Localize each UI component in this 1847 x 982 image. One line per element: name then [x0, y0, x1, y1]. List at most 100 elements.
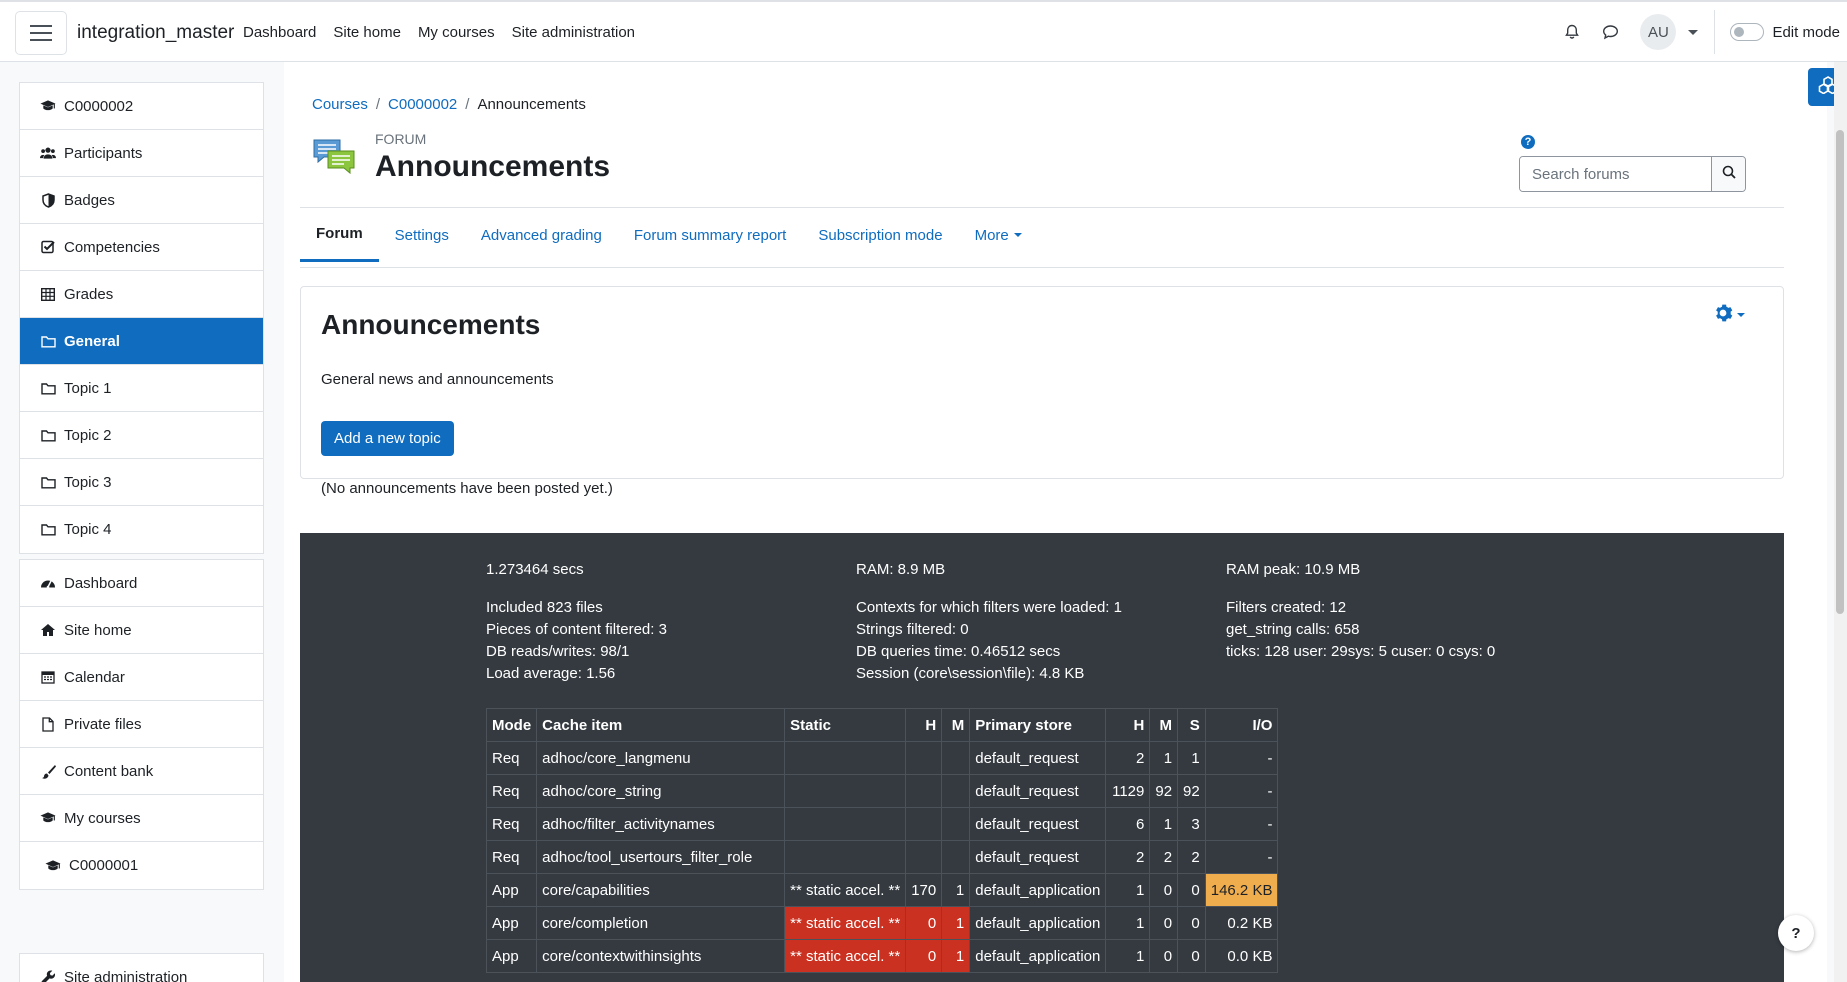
- drawer-item-label: Content bank: [64, 762, 154, 780]
- cell-mode: App: [485, 873, 538, 907]
- file-icon: [40, 716, 56, 732]
- tab-more-label: More: [974, 226, 1009, 244]
- admin-navigation: Site administration: [19, 953, 264, 982]
- site-name[interactable]: integration_master: [77, 22, 234, 44]
- secondary-navigation-tabs: Forum Settings Advanced grading Forum su…: [300, 208, 1038, 262]
- scrollbar-thumb[interactable]: [1836, 130, 1844, 614]
- tab-advanced-grading[interactable]: Advanced grading: [465, 208, 618, 262]
- drawer-item-topic-3[interactable]: Topic 3: [20, 459, 263, 506]
- forum-actions-menu[interactable]: [1713, 303, 1745, 327]
- search-icon: [1722, 165, 1736, 183]
- bell-icon[interactable]: [1562, 22, 1582, 42]
- course-index-drawer: C0000002 Participants Badges Competencie…: [0, 62, 284, 982]
- search-forums-input[interactable]: [1520, 157, 1711, 191]
- perf-ram-peak: RAM peak: 10.9 MB: [1226, 561, 1361, 578]
- page-scrollbar[interactable]: [1834, 62, 1847, 982]
- chevron-down-icon: [1737, 313, 1745, 317]
- drawer-item-label: C0000001: [69, 857, 139, 874]
- cell-s: 2: [1177, 840, 1206, 874]
- cell-io: 0.2 KB: [1204, 906, 1279, 940]
- drawer-item-private-files[interactable]: Private files: [20, 701, 263, 748]
- nav-my-courses-link[interactable]: My courses: [418, 24, 495, 41]
- drawer-item-my-courses[interactable]: My courses: [20, 795, 263, 842]
- cache-table-header-row: Mode Cache item Static H M Primary store…: [485, 708, 1279, 742]
- cell-h: 1: [1105, 873, 1151, 907]
- chat-bubble-icon[interactable]: [1600, 22, 1620, 42]
- checkbox-icon: [40, 239, 56, 255]
- drawer-item-participants[interactable]: Participants: [20, 130, 263, 177]
- cell-static-m: [941, 774, 971, 808]
- cell-primary-store: default_request: [969, 840, 1107, 874]
- drawer-item-calendar[interactable]: Calendar: [20, 654, 263, 701]
- tab-forum[interactable]: Forum: [300, 208, 379, 262]
- cell-io: 146.2 KB: [1204, 873, 1279, 907]
- cell-h: 1129: [1105, 774, 1151, 808]
- cell-m: 0: [1149, 873, 1179, 907]
- tab-more[interactable]: More: [959, 208, 1038, 262]
- nav-site-home-link[interactable]: Site home: [333, 24, 401, 41]
- drawer-item-label: Dashboard: [64, 574, 138, 592]
- graduation-cap-icon: [40, 98, 56, 114]
- column-header-primary-store: Primary store: [969, 708, 1107, 742]
- drawer-item-badges[interactable]: Badges: [20, 177, 263, 224]
- drawer-item-general[interactable]: General: [20, 318, 263, 365]
- cell-cache-item: adhoc/filter_activitynames: [536, 807, 786, 841]
- search-button[interactable]: [1711, 157, 1745, 191]
- breadcrumb-course-link[interactable]: C0000002: [388, 96, 457, 113]
- course-navigation: C0000002 Participants Badges Competencie…: [19, 82, 264, 554]
- drawer-item-topic-2[interactable]: Topic 2: [20, 412, 263, 459]
- drawer-item-content-bank[interactable]: Content bank: [20, 748, 263, 795]
- search-forums-form: [1519, 156, 1746, 192]
- tab-forum-summary-report[interactable]: Forum summary report: [618, 208, 803, 262]
- cell-static-h: [905, 774, 943, 808]
- user-avatar[interactable]: AU: [1640, 14, 1677, 50]
- perf-column-1: 1.273464 secs Included 823 files Pieces …: [486, 559, 667, 685]
- drawer-item-topic-4[interactable]: Topic 4: [20, 506, 263, 553]
- cell-mode: App: [485, 939, 538, 973]
- tab-settings[interactable]: Settings: [379, 208, 465, 262]
- cell-cache-item: core/contextwithinsights: [536, 939, 786, 973]
- drawer-item-dashboard[interactable]: Dashboard: [20, 560, 263, 607]
- cell-io: -: [1204, 840, 1279, 874]
- perf-spacer: [486, 581, 667, 597]
- wrench-icon: [40, 970, 56, 982]
- drawer-item-site-home[interactable]: Site home: [20, 607, 263, 654]
- cell-h: 1: [1105, 939, 1151, 973]
- drawer-item-label: My courses: [64, 809, 141, 827]
- drawer-item-topic-1[interactable]: Topic 1: [20, 365, 263, 412]
- nav-site-administration-link[interactable]: Site administration: [512, 24, 635, 41]
- drawer-item-competencies[interactable]: Competencies: [20, 224, 263, 271]
- breadcrumb: Courses / C0000002 / Announcements: [312, 96, 586, 113]
- cell-cache-item: adhoc/core_string: [536, 774, 786, 808]
- drawer-item-label: Competencies: [64, 238, 160, 256]
- forum-card: Announcements General news and announcem…: [300, 286, 1784, 497]
- cell-static-h: 0: [905, 939, 943, 973]
- drawer-item-label: Topic 2: [64, 426, 112, 444]
- add-new-topic-button[interactable]: Add a new topic: [321, 421, 454, 456]
- cell-h: 1: [1105, 906, 1151, 940]
- breadcrumb-separator: /: [375, 96, 381, 113]
- forum-description: General news and announcements: [321, 371, 554, 388]
- nav-dashboard-link[interactable]: Dashboard: [243, 24, 316, 41]
- drawer-item-course[interactable]: C0000002: [20, 83, 263, 130]
- help-button[interactable]: ?: [1778, 915, 1814, 951]
- cell-static: [784, 840, 907, 874]
- edit-mode-toggle[interactable]: [1730, 23, 1765, 41]
- cell-io: 0.0 KB: [1204, 939, 1279, 973]
- tab-subscription-mode[interactable]: Subscription mode: [802, 208, 958, 262]
- tachometer-icon: [40, 575, 56, 591]
- drawer-item-course-c0000001[interactable]: C0000001: [20, 842, 263, 889]
- cell-static: ** static accel. **: [784, 939, 907, 973]
- drawer-item-grades[interactable]: Grades: [20, 271, 263, 318]
- column-header-mode: Mode: [485, 708, 538, 742]
- breadcrumb-courses-link[interactable]: Courses: [312, 96, 368, 113]
- question-circle-icon[interactable]: ?: [1521, 135, 1535, 149]
- table-row: Req adhoc/core_string default_request 11…: [485, 774, 1279, 808]
- cell-mode: Req: [485, 741, 538, 775]
- perf-filters-created: Filters created: 12: [1226, 599, 1347, 616]
- user-menu-chevron-down-icon[interactable]: [1688, 29, 1699, 35]
- drawer-item-label: C0000002: [64, 97, 134, 115]
- drawer-item-site-administration[interactable]: Site administration: [20, 954, 263, 982]
- drawer-toggle-button[interactable]: [15, 11, 67, 55]
- hamburger-line: [30, 39, 52, 41]
